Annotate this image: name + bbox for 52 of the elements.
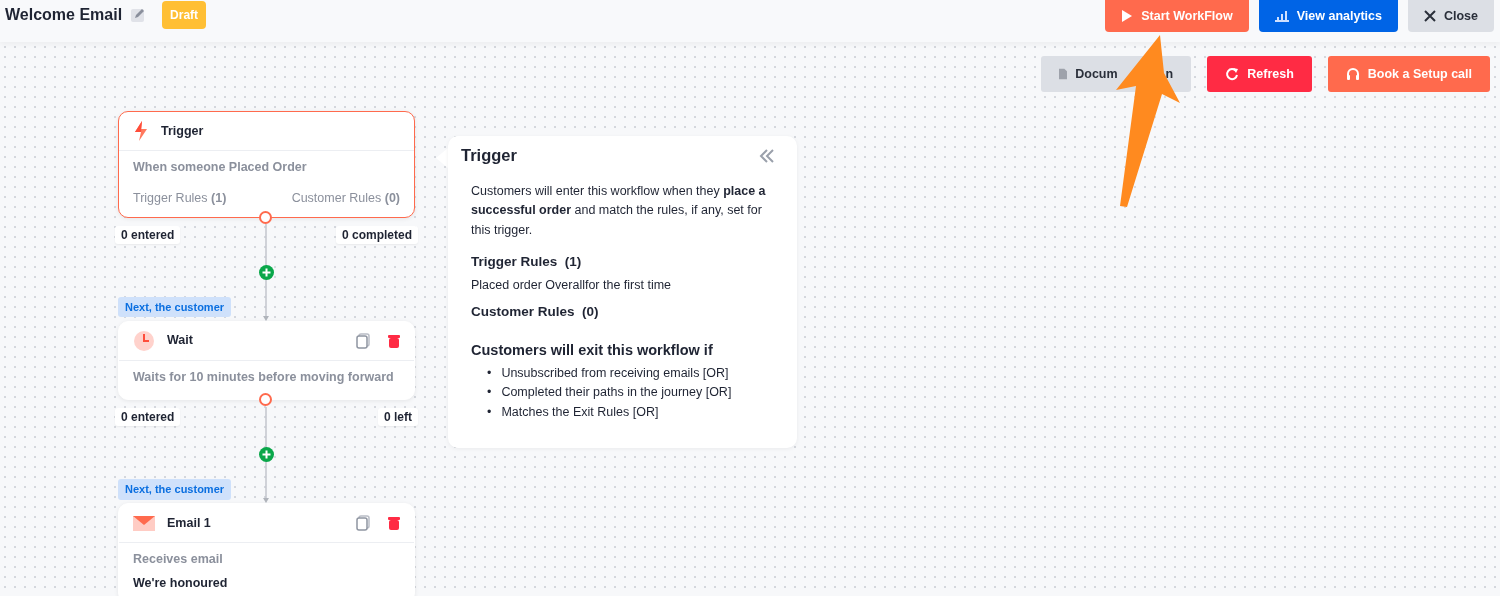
close-icon	[1423, 10, 1436, 22]
stat-count: 0 entered	[115, 408, 181, 427]
delete-icon[interactable]	[388, 516, 400, 531]
exit-condition: Unsubscribed from receiving emails [OR]	[501, 364, 729, 382]
clock-icon	[133, 329, 155, 352]
panel-description: Customers will enter this workflow when they place a successful order and match the rules, if any, set for this trigger.	[471, 182, 767, 239]
workflow-title: Welcome Email	[5, 5, 123, 25]
exit-condition: Matches the Exit Rules [OR]	[501, 403, 659, 421]
node-title: Email 1	[167, 514, 211, 532]
node-subtitle: Receives email	[133, 551, 224, 569]
step-label: Next, the customer	[118, 296, 232, 317]
bullet: •	[487, 364, 492, 382]
workflow-node[interactable]: Email 1 Receives email We're honoured	[118, 503, 415, 596]
collapse-icon[interactable]	[759, 148, 775, 163]
copy-icon[interactable]	[356, 332, 370, 349]
status-badge: Draft	[162, 1, 207, 29]
stat-count: 0 entered	[115, 225, 181, 244]
node-title: Wait	[167, 332, 193, 350]
workflow-node[interactable]: Trigger When someone Placed Order Trigger Rules (1) Customer Rules (0)	[118, 111, 415, 218]
view-analytics-button[interactable]: View analytics	[1258, 0, 1398, 32]
envelope-icon	[133, 514, 155, 533]
rule-count: Trigger Rules (1)	[133, 189, 227, 207]
refresh-button[interactable]: Refresh	[1207, 56, 1312, 92]
rule-count: Customer Rules (0)	[291, 189, 400, 207]
rules-heading: Trigger Rules (1)	[471, 254, 583, 271]
step-label: Next, the customer	[118, 479, 232, 500]
copy-icon[interactable]	[356, 515, 370, 532]
email-subject: We're honoured	[133, 575, 229, 592]
add-step-icon[interactable]	[259, 264, 274, 280]
edit-icon[interactable]	[130, 7, 147, 23]
rules-heading: Customer Rules (0)	[471, 304, 600, 321]
document-icon	[1059, 66, 1068, 82]
lightning-icon	[133, 121, 149, 141]
node-description: When someone Placed Order	[133, 159, 308, 176]
delete-icon[interactable]	[388, 333, 400, 348]
stat-count: 0 left	[378, 408, 418, 427]
headset-icon	[1345, 67, 1360, 81]
refresh-icon	[1225, 67, 1240, 81]
bullet: •	[487, 384, 492, 402]
workflow-node[interactable]: Wait Waits for 10 minutes before moving forward	[118, 320, 415, 401]
node-title: Trigger	[161, 122, 204, 140]
exit-heading: Customers will exit this workflow if	[471, 342, 714, 360]
stat-count: 0 completed	[335, 225, 418, 244]
exit-condition: Completed their paths in the journey [OR]	[501, 384, 732, 402]
bullet: •	[487, 403, 492, 421]
panel-title: Trigger	[461, 146, 517, 166]
close-button[interactable]: Close	[1407, 0, 1494, 32]
rule-text: Placed order Overallfor the first time	[471, 277, 673, 295]
play-icon	[1121, 10, 1134, 22]
add-step-icon[interactable]	[259, 447, 274, 463]
bar-chart-icon	[1274, 10, 1289, 22]
node-description: Waits for 10 minutes before moving forward	[133, 368, 395, 386]
